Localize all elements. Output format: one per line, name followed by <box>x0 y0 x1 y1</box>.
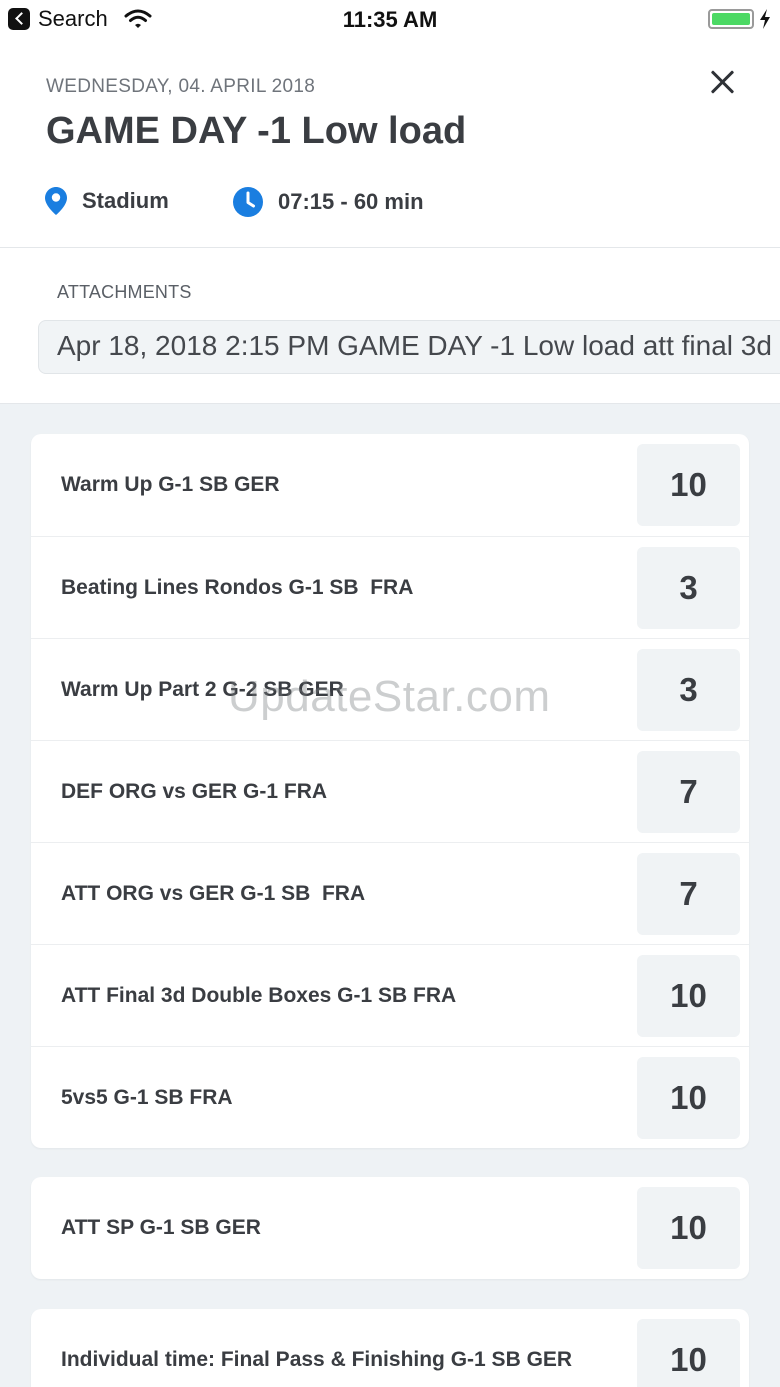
drill-duration: 10 <box>637 955 740 1037</box>
drill-row[interactable]: ATT SP G-1 SB GER 10 <box>31 1177 749 1279</box>
drill-duration: 7 <box>637 853 740 935</box>
drill-row[interactable]: 5vs5 G-1 SB FRA 10 <box>31 1046 749 1148</box>
drill-duration: 7 <box>637 751 740 833</box>
event-location: Stadium <box>44 186 169 216</box>
drill-duration: 3 <box>637 547 740 629</box>
attachment-item[interactable]: Apr 18, 2018 2:15 PM GAME DAY -1 Low loa… <box>38 320 780 374</box>
location-pin-icon <box>45 187 67 215</box>
event-header: WEDNESDAY, 04. APRIL 2018 GAME DAY -1 Lo… <box>0 40 780 248</box>
drill-row[interactable]: ATT Final 3d Double Boxes G-1 SB FRA 10 <box>31 944 749 1046</box>
status-bar: Search 11:35 AM <box>0 0 780 40</box>
drill-name: ATT SP G-1 SB GER <box>61 1216 261 1239</box>
drill-name: Beating Lines Rondos G-1 SB FRA <box>61 576 414 599</box>
status-time: 11:35 AM <box>342 7 438 32</box>
clock-icon <box>233 187 263 217</box>
drill-name: Warm Up G-1 SB GER <box>61 473 280 496</box>
close-icon[interactable] <box>704 64 740 100</box>
event-time: 07:15 - 60 min <box>232 186 424 218</box>
drill-name: ATT Final 3d Double Boxes G-1 SB FRA <box>61 984 457 1007</box>
drills-card: Warm Up G-1 SB GER 10 Beating Lines Rond… <box>31 434 749 1148</box>
drill-duration: 10 <box>637 1057 740 1139</box>
drill-name: Individual time: Final Pass & Finishing … <box>61 1348 573 1371</box>
drill-row[interactable]: Individual time: Final Pass & Finishing … <box>31 1309 749 1387</box>
drill-duration: 10 <box>637 1319 740 1387</box>
drill-name: 5vs5 G-1 SB FRA <box>61 1086 233 1109</box>
page-title: GAME DAY -1 Low load <box>46 110 467 152</box>
event-date: WEDNESDAY, 04. APRIL 2018 <box>46 76 316 97</box>
drills-card: Individual time: Final Pass & Finishing … <box>31 1309 749 1387</box>
drill-row[interactable]: ATT ORG vs GER G-1 SB FRA 7 <box>31 842 749 944</box>
drill-row[interactable]: DEF ORG vs GER G-1 FRA 7 <box>31 740 749 842</box>
charging-bolt-icon <box>760 9 770 29</box>
drills-card: ATT SP G-1 SB GER 10 <box>31 1177 749 1279</box>
drill-row[interactable]: Warm Up G-1 SB GER 10 <box>31 434 749 536</box>
drill-row[interactable]: Warm Up Part 2 G-2 SB GER 3 <box>31 638 749 740</box>
attachments-label: ATTACHMENTS <box>57 282 192 302</box>
drill-name: Warm Up Part 2 G-2 SB GER <box>61 678 344 701</box>
attachments-section: ATTACHMENTS Apr 18, 2018 2:15 PM GAME DA… <box>0 248 780 404</box>
drill-duration: 3 <box>637 649 740 731</box>
drill-name: DEF ORG vs GER G-1 FRA <box>61 780 328 803</box>
drill-name: ATT ORG vs GER G-1 SB FRA <box>61 882 366 905</box>
time-range-text: 07:15 - 60 min <box>278 189 424 214</box>
battery-icon <box>708 9 754 29</box>
drill-row[interactable]: Beating Lines Rondos G-1 SB FRA 3 <box>31 536 749 638</box>
location-text: Stadium <box>82 188 169 213</box>
drill-duration: 10 <box>637 444 740 526</box>
drill-duration: 10 <box>637 1187 740 1269</box>
